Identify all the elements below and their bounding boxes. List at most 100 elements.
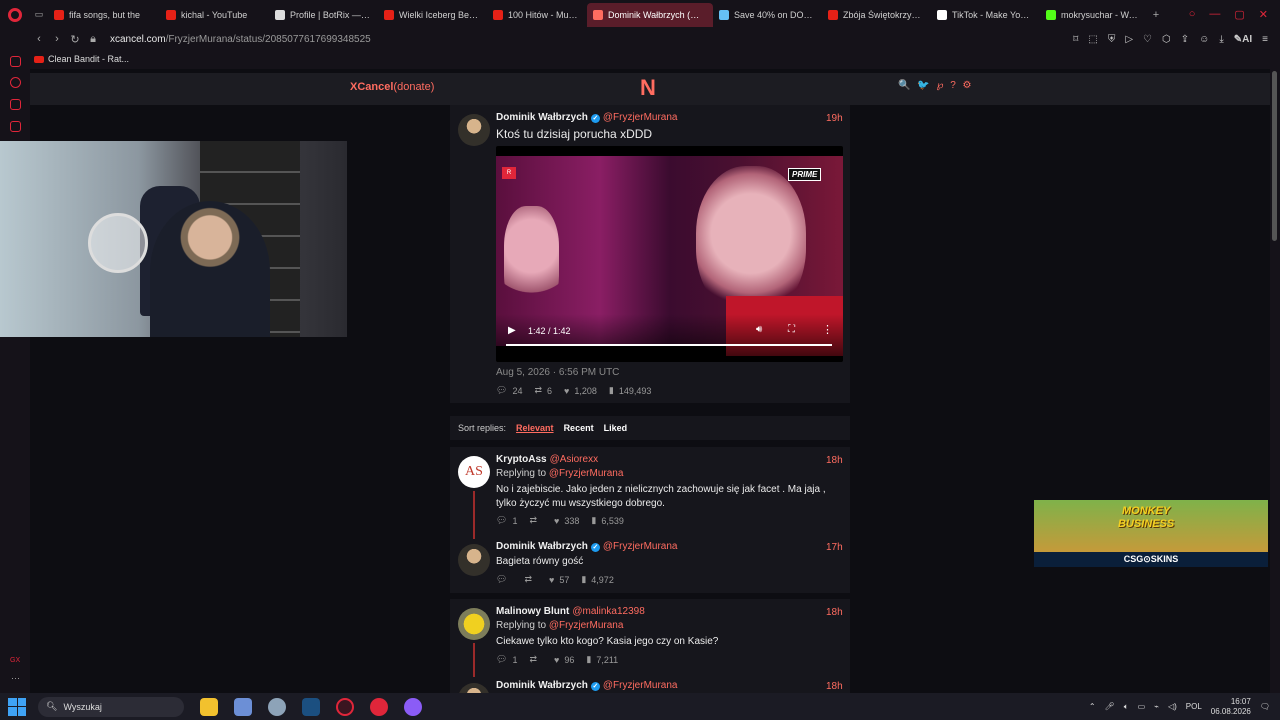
retweet-count[interactable]: ⇄ 6 xyxy=(534,385,552,396)
bluetooth-icon[interactable]: ⌁ xyxy=(1154,702,1159,711)
play-icon[interactable]: ▷ xyxy=(1125,34,1133,45)
site-brand[interactable]: XCancel(donate) xyxy=(350,81,434,93)
tab-4[interactable]: 100 Hitów - Muzyczna xyxy=(487,3,587,27)
like-count[interactable]: ♥ 338 xyxy=(554,516,579,526)
nitter-logo-icon[interactable]: N xyxy=(640,75,656,101)
ad-banner[interactable]: MONKEY BUSINESS CSG⊙SKINS xyxy=(1034,500,1268,567)
fullscreen-icon[interactable]: ⛶ xyxy=(788,324,795,335)
opera-gx-icon[interactable] xyxy=(336,697,354,716)
tab-3[interactable]: Wielki Iceberg Bezrob xyxy=(378,3,487,27)
more-icon[interactable]: ··· xyxy=(11,673,20,683)
minimize-icon[interactable]: — xyxy=(1209,8,1220,21)
tab-1[interactable]: kichal - YouTube xyxy=(160,3,269,27)
download-icon[interactable]: ⤓ xyxy=(1219,34,1223,45)
app-icon[interactable] xyxy=(404,697,422,716)
reply-time[interactable]: 17h xyxy=(826,542,843,553)
reload-icon[interactable]: ↻ xyxy=(66,33,84,46)
like-count[interactable]: ♥ 57 xyxy=(549,575,569,585)
tab-2[interactable]: Profile | BotRix — Clo xyxy=(269,3,378,27)
tab-9[interactable]: mokrysuchar - Watch xyxy=(1040,3,1147,27)
tab-5-active[interactable]: Dominik Wałbrzych (@Fryz xyxy=(587,2,713,27)
play-icon[interactable]: ▶ xyxy=(508,325,516,336)
reply-count[interactable]: 💬︎ 24 xyxy=(496,385,522,396)
url-field[interactable]: xcancel.com/FryzjerMurana/status/2085077… xyxy=(110,34,371,45)
maximize-icon[interactable]: ▢ xyxy=(1234,8,1244,21)
chevron-up-icon[interactable]: ⌃ xyxy=(1089,702,1096,711)
messenger-icon[interactable] xyxy=(10,77,21,88)
aria-icon[interactable] xyxy=(10,56,21,67)
settings-icon[interactable] xyxy=(268,697,286,716)
app-icon[interactable] xyxy=(234,697,252,716)
reply-author[interactable]: Dominik Wałbrzych ✓ @FryzjerMurana xyxy=(496,680,677,691)
bookmark-icon[interactable]: ⌑ xyxy=(1073,34,1078,45)
sort-recent[interactable]: Recent xyxy=(564,423,594,433)
back-icon[interactable]: ‹ xyxy=(30,33,48,45)
volume-icon[interactable]: 🔊︎ xyxy=(756,324,762,335)
taskbar-search[interactable]: 🔍︎ Wyszukaj xyxy=(38,696,184,717)
tab-7[interactable]: Zbója Świętokrzyscy xyxy=(822,3,931,27)
notification-icon[interactable]: 🗨︎ xyxy=(1260,702,1270,711)
volume-icon[interactable]: 🔈︎ xyxy=(1124,702,1129,712)
reply-author[interactable]: Malinowy Blunt @malinka12398 xyxy=(496,606,645,617)
microphone-icon[interactable]: 🎤︎ xyxy=(1105,702,1115,711)
language-indicator[interactable]: POL xyxy=(1186,702,1202,711)
like-count[interactable]: ♥ 96 xyxy=(554,655,574,665)
channel-logo-icon: R xyxy=(502,167,516,179)
tab-6[interactable]: Save 40% on DOGEN xyxy=(713,3,822,27)
reply-author[interactable]: Dominik Wałbrzych ✓ @FryzjerMurana xyxy=(496,541,677,552)
avatar[interactable] xyxy=(458,114,490,146)
share-icon[interactable]: ⇪ xyxy=(1181,34,1189,45)
scrollbar[interactable] xyxy=(1270,69,1280,693)
reply-count[interactable]: 💬︎ xyxy=(496,574,512,585)
retweet-count[interactable]: ⇄ xyxy=(529,654,542,665)
opera-menu-icon[interactable] xyxy=(0,0,30,29)
retweet-count[interactable]: ⇄ xyxy=(524,574,537,585)
tab-overview-icon[interactable]: ▭ xyxy=(30,9,48,20)
menu-icon[interactable]: ≡ xyxy=(1262,34,1268,45)
reply-time[interactable]: 18h xyxy=(826,607,843,618)
ai-icon[interactable]: ✎AI xyxy=(1234,34,1252,45)
tab-8[interactable]: TikTok - Make Your D xyxy=(931,3,1040,27)
sort-liked[interactable]: Liked xyxy=(604,423,628,433)
reply-time[interactable]: 18h xyxy=(826,681,843,692)
tab-0[interactable]: fifa songs, but the xyxy=(48,3,160,27)
gx-icon[interactable]: GX xyxy=(10,657,20,664)
tweet-date[interactable]: Aug 5, 2026 · 6:56 PM UTC xyxy=(496,367,619,378)
app-icon[interactable] xyxy=(370,697,388,716)
clock[interactable]: 16:07 06.08.2026 xyxy=(1211,697,1251,717)
forward-icon[interactable]: › xyxy=(48,33,66,45)
extensions-icon[interactable]: ⬡ xyxy=(1162,34,1171,45)
avatar[interactable] xyxy=(458,544,490,576)
seek-bar[interactable] xyxy=(506,344,832,346)
file-explorer-icon[interactable] xyxy=(200,697,218,716)
avatar[interactable]: AS xyxy=(458,456,490,488)
video-player[interactable]: R PRIME ▶ 1:42 / 1:42 🔊︎ ⛶ ⋮ xyxy=(496,146,843,362)
header-icons[interactable]: 🔍 🐦 ℘ ? ⚙ xyxy=(898,80,974,91)
avatar[interactable] xyxy=(458,608,490,640)
profile-icon[interactable]: ☺ xyxy=(1199,34,1209,45)
reply-count[interactable]: 💬︎ 1 xyxy=(496,654,517,665)
network-icon[interactable]: ▭ xyxy=(1138,702,1146,711)
reply-author[interactable]: KryptoAss @Asiorexx xyxy=(496,454,598,465)
shield-icon[interactable]: ⛨ xyxy=(1108,34,1116,45)
social-icon[interactable] xyxy=(10,121,21,132)
heart-icon[interactable]: ♡ xyxy=(1143,34,1152,45)
tweet-time[interactable]: 19h xyxy=(826,113,843,124)
reply-time[interactable]: 18h xyxy=(826,455,843,466)
tweet-author[interactable]: Dominik Wałbrzych ✓ @FryzjerMurana xyxy=(496,112,677,123)
speaker-icon[interactable]: ◁) xyxy=(1168,702,1177,711)
scrollbar-thumb[interactable] xyxy=(1272,71,1277,241)
chat-icon[interactable] xyxy=(10,99,21,110)
sort-relevant[interactable]: Relevant xyxy=(516,423,554,433)
close-icon[interactable]: ✕ xyxy=(1259,8,1268,21)
search-tabs-icon[interactable]: ○ xyxy=(1189,8,1196,21)
like-count[interactable]: ♥ 1,208 xyxy=(564,386,597,396)
more-options-icon[interactable]: ⋮ xyxy=(822,323,833,336)
retweet-count[interactable]: ⇄ xyxy=(529,515,542,526)
windows-start-icon[interactable] xyxy=(8,697,26,716)
reply-count[interactable]: 💬︎ 1 xyxy=(496,515,517,526)
steam-icon[interactable] xyxy=(302,697,320,716)
bookmark-item[interactable]: Clean Bandit - Rat... xyxy=(48,54,129,64)
snapshot-icon[interactable]: ⬚ xyxy=(1088,34,1097,45)
new-tab-button[interactable]: + xyxy=(1147,9,1165,21)
